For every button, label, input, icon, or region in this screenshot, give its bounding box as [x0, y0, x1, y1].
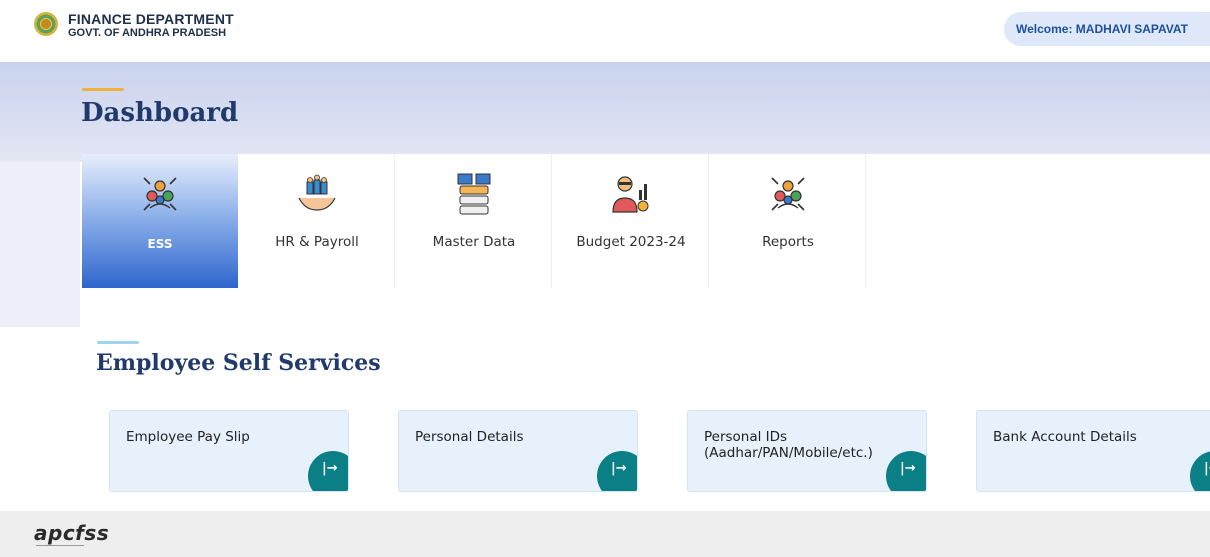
tile-reports[interactable]: Reports [710, 154, 866, 288]
network-people-icon [771, 177, 805, 211]
card-personal-details[interactable]: Personal Details |→ [398, 410, 638, 492]
apcfss-logo: apcfss [34, 521, 110, 545]
arrow-right-bar-icon[interactable]: |→ [1190, 451, 1210, 491]
card-label: Personal IDs (Aadhar/PAN/Mobile/etc.) [704, 429, 873, 461]
team-hands-icon [298, 174, 336, 211]
tile-hr-payroll[interactable]: HR & Payroll [239, 154, 395, 288]
network-people-icon [143, 177, 177, 211]
tile-label: HR & Payroll [275, 234, 359, 250]
card-bank-account-details[interactable]: Bank Account Details |→ [976, 410, 1210, 492]
tile-label: Master Data [432, 234, 516, 250]
module-tiles: ESS HR & Payroll Master Data Budget 2023… [82, 154, 1210, 288]
department-title: FINANCE DEPARTMENT [68, 11, 234, 27]
page-title: Dashboard [81, 98, 239, 128]
card-label: Personal Details [415, 429, 524, 445]
tile-budget[interactable]: Budget 2023-24 [553, 154, 709, 288]
department-subtitle: GOVT. OF ANDHRA PRADESH [68, 27, 227, 39]
card-employee-pay-slip[interactable]: Employee Pay Slip |→ [109, 410, 349, 492]
section-title: Employee Self Services [96, 350, 381, 376]
left-side-panel [0, 162, 80, 327]
tile-label: Reports [762, 234, 814, 250]
database-servers-icon [457, 173, 491, 215]
tile-ess[interactable]: ESS [82, 154, 238, 288]
section-accent-line [97, 341, 139, 344]
tile-label: Budget 2023-24 [576, 234, 686, 250]
ap-government-seal-logo [34, 12, 58, 36]
arrow-right-bar-icon[interactable]: |→ [597, 451, 637, 491]
tile-master-data[interactable]: Master Data [396, 154, 552, 288]
arrow-right-bar-icon[interactable]: |→ [308, 451, 348, 491]
welcome-user-badge[interactable]: Welcome: MADHAVI SAPAVAT [1004, 12, 1210, 46]
card-label: Employee Pay Slip [126, 429, 250, 445]
title-accent-line [82, 88, 124, 91]
card-label: Bank Account Details [993, 429, 1137, 445]
card-personal-ids[interactable]: Personal IDs (Aadhar/PAN/Mobile/etc.) |→ [687, 410, 927, 492]
logo-underline [36, 545, 84, 548]
tile-label: ESS [147, 237, 173, 251]
accountant-chart-icon [612, 176, 649, 213]
top-header: FINANCE DEPARTMENT GOVT. OF ANDHRA PRADE… [0, 0, 1210, 58]
footer: apcfss [0, 511, 1210, 557]
